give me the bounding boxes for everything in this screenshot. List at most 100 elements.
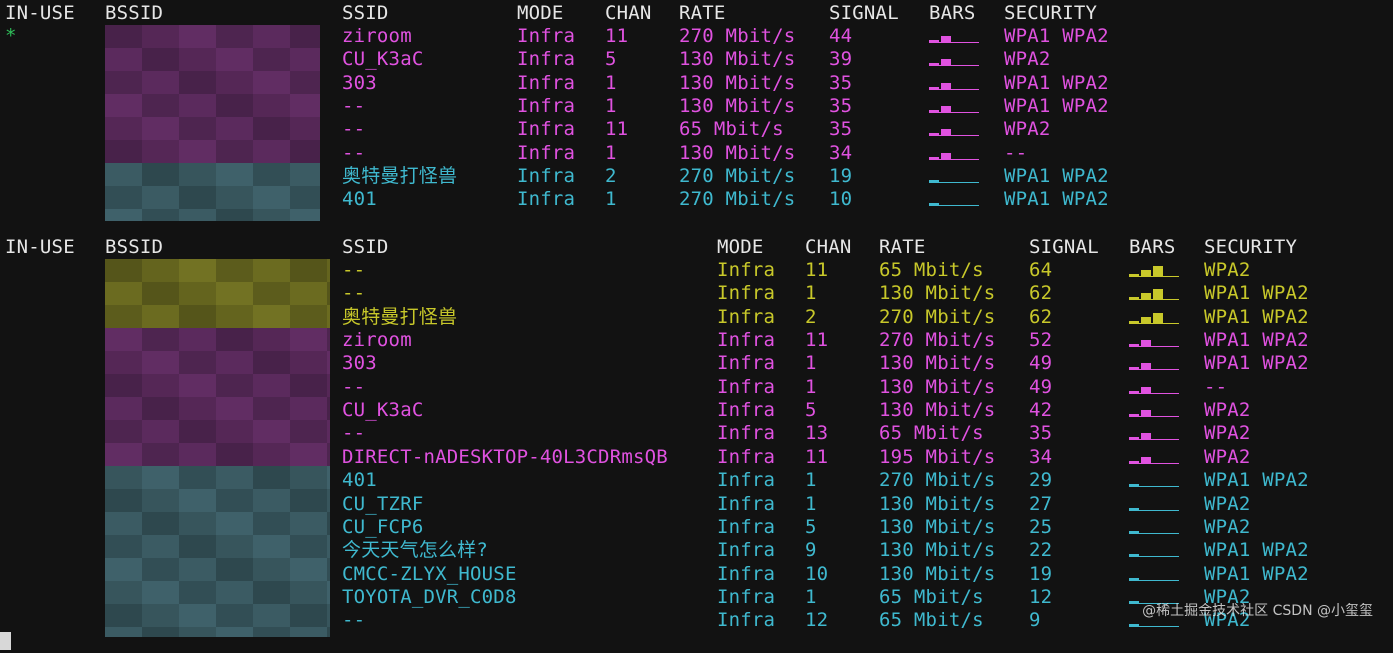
rate: 270 Mbit/s <box>879 305 996 328</box>
bssid-redaction-2 <box>105 259 330 637</box>
col-signal: SIGNAL <box>1029 236 1099 258</box>
security: WPA2 <box>1204 399 1251 422</box>
signal-bars-icon <box>929 74 979 93</box>
col-bars: BARS <box>929 2 976 24</box>
security: -- <box>1204 375 1228 398</box>
channel: 9 <box>805 539 817 562</box>
mode: Infra <box>517 141 576 164</box>
signal: 35 <box>829 95 853 118</box>
security: WPA1 WPA2 <box>1204 469 1309 492</box>
signal: 34 <box>829 141 853 164</box>
col-bssid: BSSID <box>105 2 164 24</box>
security: WPA1 WPA2 <box>1004 95 1109 118</box>
security: WPA2 <box>1204 492 1251 515</box>
signal: 25 <box>1029 515 1053 538</box>
channel: 2 <box>805 305 817 328</box>
ssid: -- <box>342 282 366 305</box>
col-ssid: SSID <box>342 236 389 258</box>
ssid: TOYOTA_DVR_C0D8 <box>342 585 517 608</box>
ssid: -- <box>342 259 366 281</box>
signal: 64 <box>1029 259 1053 281</box>
signal: 27 <box>1029 492 1053 515</box>
ssid: ziroom <box>342 25 412 47</box>
signal: 39 <box>829 48 853 71</box>
channel: 1 <box>805 282 817 305</box>
rate: 65 Mbit/s <box>879 585 984 608</box>
channel: 1 <box>605 71 617 94</box>
col-chan: CHAN <box>605 2 652 24</box>
mode: Infra <box>717 515 776 538</box>
signal: 42 <box>1029 399 1053 422</box>
col-rate: RATE <box>879 236 926 258</box>
security: WPA2 <box>1004 118 1051 141</box>
signal: 12 <box>1029 585 1053 608</box>
channel: 2 <box>605 165 617 188</box>
channel: 10 <box>805 562 829 585</box>
signal-bars-icon <box>929 144 979 163</box>
ssid: -- <box>342 375 366 398</box>
rate: 270 Mbit/s <box>679 165 796 188</box>
channel: 11 <box>805 259 829 281</box>
channel: 13 <box>805 422 829 445</box>
rate: 130 Mbit/s <box>879 539 996 562</box>
rate: 130 Mbit/s <box>879 492 996 515</box>
channel: 5 <box>605 48 617 71</box>
signal-bars-icon <box>1129 448 1179 467</box>
rate: 130 Mbit/s <box>879 375 996 398</box>
mode: Infra <box>517 95 576 118</box>
channel: 1 <box>605 188 617 211</box>
ssid: -- <box>342 118 366 141</box>
mode: Infra <box>717 445 776 468</box>
header-row-1: IN-USE BSSID SSID MODE CHAN RATE SIGNAL … <box>0 2 1393 25</box>
ssid: 奥特曼打怪兽 <box>342 305 458 328</box>
ssid: -- <box>342 422 366 445</box>
channel: 11 <box>605 118 629 141</box>
signal: 10 <box>829 188 853 211</box>
rate: 270 Mbit/s <box>879 329 996 352</box>
watermark: @稀土掘金技术社区 CSDN @小玺玺 <box>1142 603 1373 619</box>
security: WPA1 WPA2 <box>1004 71 1109 94</box>
channel: 11 <box>805 445 829 468</box>
col-security: SECURITY <box>1004 2 1098 24</box>
col-mode: MODE <box>717 236 764 258</box>
col-signal: SIGNAL <box>829 2 899 24</box>
signal: 34 <box>1029 445 1053 468</box>
ssid: CU_K3aC <box>342 399 424 422</box>
signal: 44 <box>829 25 853 47</box>
mode: Infra <box>717 329 776 352</box>
channel: 11 <box>805 329 829 352</box>
signal-bars-icon <box>1129 354 1179 373</box>
ssid: CU_TZRF <box>342 492 424 515</box>
ssid: 401 <box>342 469 377 492</box>
mode: Infra <box>717 469 776 492</box>
rate: 130 Mbit/s <box>679 71 796 94</box>
ssid: CMCC-ZLYX_HOUSE <box>342 562 517 585</box>
security: WPA1 WPA2 <box>1204 305 1309 328</box>
security: WPA1 WPA2 <box>1204 282 1309 305</box>
rate: 130 Mbit/s <box>879 352 996 375</box>
rate: 130 Mbit/s <box>679 141 796 164</box>
col-ssid: SSID <box>342 2 389 24</box>
mode: Infra <box>717 609 776 632</box>
signal: 35 <box>829 118 853 141</box>
signal-bars-icon <box>1129 378 1179 397</box>
signal-bars-icon <box>929 167 979 186</box>
signal-bars-icon <box>1129 565 1179 584</box>
signal: 62 <box>1029 305 1053 328</box>
mode: Infra <box>517 48 576 71</box>
signal: 35 <box>829 71 853 94</box>
rate: 65 Mbit/s <box>879 259 984 281</box>
signal-bars-icon <box>1129 284 1179 303</box>
mode: Infra <box>717 375 776 398</box>
channel: 1 <box>805 585 817 608</box>
signal-bars-icon <box>1129 541 1179 560</box>
col-security: SECURITY <box>1204 236 1298 258</box>
signal: 49 <box>1029 352 1053 375</box>
mode: Infra <box>717 282 776 305</box>
security: WPA1 WPA2 <box>1004 25 1109 47</box>
rate: 65 Mbit/s <box>679 118 784 141</box>
rate: 130 Mbit/s <box>879 562 996 585</box>
rate: 130 Mbit/s <box>879 399 996 422</box>
security: WPA2 <box>1204 445 1251 468</box>
col-mode: MODE <box>517 2 564 24</box>
